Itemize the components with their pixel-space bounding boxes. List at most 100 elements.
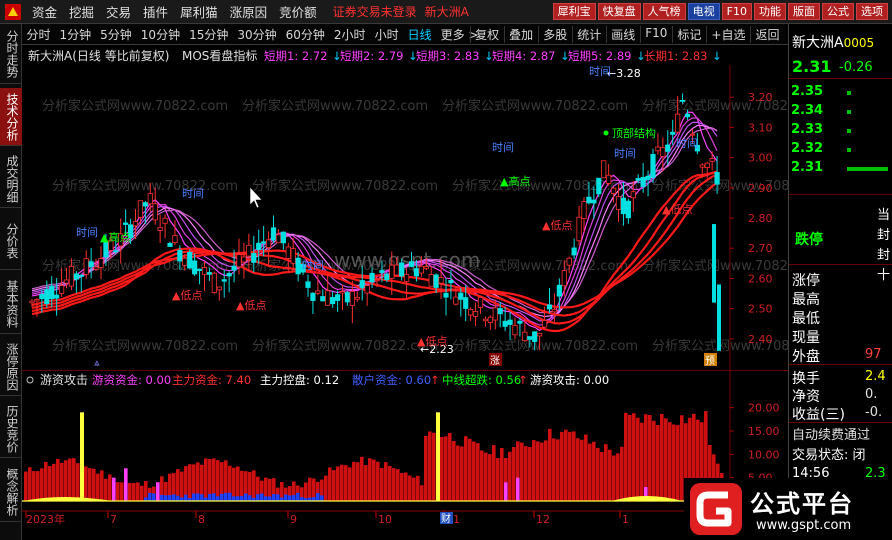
- toolbar-button-2[interactable]: 人气榜: [642, 3, 686, 20]
- candle-body: [334, 294, 341, 301]
- retail-bar: [284, 494, 288, 501]
- candle-body: [265, 239, 272, 248]
- candle-body: [620, 197, 627, 215]
- capital-bar: [116, 482, 120, 501]
- toolbar-button-4[interactable]: F10: [721, 3, 752, 20]
- main-chart[interactable]: 新大洲A(日线 等比前复权) MOS看盘指标 短期1: 2.72 ↓ 短期2: 2.79…: [22, 45, 838, 370]
- left-tab-4[interactable]: 基本资料: [0, 274, 22, 334]
- capital-bar: [620, 446, 624, 501]
- menu-item-4[interactable]: 犀利猫: [174, 2, 224, 21]
- toolbar-button-7[interactable]: 公式: [822, 3, 854, 20]
- period-tab-8[interactable]: 小时: [370, 26, 403, 43]
- retail-bar: [200, 494, 204, 501]
- left-tab-5[interactable]: 涨停原因: [0, 338, 22, 396]
- indicator-chart-canvas[interactable]: 游资攻击 游资资金: 0.00 主力资金: 7.40 主力控盘: 0.12 散户资金: …: [22, 371, 788, 511]
- left-tab-0[interactable]: 分时走势: [0, 24, 22, 84]
- capital-bar: [544, 440, 548, 501]
- menu-item-6[interactable]: 竞价额: [273, 2, 323, 21]
- left-tab-1[interactable]: 技术分析: [0, 88, 22, 146]
- menu-item-3[interactable]: 插件: [137, 2, 174, 21]
- auto-renew-text[interactable]: 自动续费通过: [792, 424, 870, 443]
- app-logo-icon[interactable]: [4, 3, 22, 21]
- left-tab-6[interactable]: 历史竞价: [0, 400, 22, 458]
- capital-bar: [44, 461, 48, 501]
- capital-bar: [204, 458, 208, 501]
- period-tab-7[interactable]: 2小时: [329, 26, 370, 43]
- chart-tool-6[interactable]: 标记: [671, 26, 706, 43]
- capital-bar: [56, 458, 60, 501]
- candle-body: [482, 318, 489, 322]
- up-arrow-icon: ↑: [518, 373, 528, 387]
- candle-body: [576, 216, 582, 242]
- stock-notice[interactable]: 新大洲A: [425, 3, 469, 20]
- capital-bar: [556, 439, 560, 501]
- capital-bar: [236, 466, 240, 501]
- chart-tool-5[interactable]: F10: [639, 26, 672, 43]
- chart-tool-4[interactable]: 画线: [605, 26, 640, 43]
- period-tab-4[interactable]: 15分钟: [185, 26, 233, 43]
- quote-change: -0.26: [839, 60, 873, 75]
- capital-bar: [72, 458, 76, 501]
- capital-bar: [464, 436, 468, 501]
- left-tab-3[interactable]: 分价表: [0, 212, 22, 270]
- candle-body: [226, 273, 232, 277]
- left-tab-7[interactable]: 概念解析: [0, 462, 22, 522]
- capital-bar: [76, 463, 80, 501]
- candle-body: [344, 292, 351, 303]
- period-tab-0[interactable]: 分时: [22, 26, 55, 43]
- menu-item-5[interactable]: 涨原因: [224, 2, 274, 21]
- candle-body: [438, 276, 444, 284]
- login-notice[interactable]: 证券交易未登录: [333, 3, 417, 20]
- toolbar-button-3[interactable]: 电视: [687, 3, 720, 20]
- indicator-chart[interactable]: 游资攻击 游资资金: 0.00 主力资金: 7.40 主力控盘: 0.12 散户资金: …: [22, 370, 788, 511]
- sub-param: 主力资金: 7.40: [172, 373, 251, 387]
- candle-body: [704, 162, 710, 168]
- retail-bar: [296, 492, 300, 501]
- sub-chart-settings-icon[interactable]: [26, 376, 34, 384]
- chart-tool-0[interactable]: 复权: [469, 26, 504, 43]
- toolbar-button-6[interactable]: 版面: [788, 3, 820, 20]
- chart-tool-1[interactable]: 叠加: [503, 26, 538, 43]
- quote-row2-label: 净资: [792, 389, 820, 405]
- capital-bar: [648, 414, 652, 501]
- chart-tool-7[interactable]: +自选: [705, 26, 750, 43]
- price-tick-label: 2.70: [748, 242, 773, 255]
- menu-item-0[interactable]: 资金: [26, 2, 63, 21]
- left-tab-2[interactable]: 成交明细: [0, 150, 22, 208]
- candle-body: [468, 309, 474, 316]
- toolbar-button-8[interactable]: 选项: [856, 3, 888, 20]
- period-tab-1[interactable]: 1分钟: [55, 26, 96, 43]
- toolbar-button-0[interactable]: 犀利宝: [552, 3, 596, 20]
- period-tab-5[interactable]: 30分钟: [233, 26, 281, 43]
- candle-body: [630, 191, 636, 199]
- capital-bar: [468, 438, 472, 501]
- up-arrow-icon: ↑: [430, 373, 440, 387]
- toolbar-button-5[interactable]: 功能: [754, 3, 786, 20]
- toolbar-button-1[interactable]: 快复盘: [597, 3, 641, 20]
- capital-bar: [400, 472, 404, 501]
- candle-body: [132, 221, 139, 227]
- period-tab-2[interactable]: 5分钟: [96, 26, 137, 43]
- period-tab-6[interactable]: 60分钟: [281, 26, 329, 43]
- candle-body: [29, 300, 35, 304]
- candle-body: [640, 176, 646, 187]
- menu-item-2[interactable]: 交易: [100, 2, 137, 21]
- retail-bar: [260, 493, 264, 501]
- chart-tool-2[interactable]: 多股: [537, 26, 572, 43]
- main-chart-canvas[interactable]: 新大洲A(日线 等比前复权) MOS看盘指标 短期1: 2.72 ↓ 短期2: 2.79…: [22, 45, 838, 370]
- time-tick-label: 12: [536, 513, 550, 526]
- order-book-price: 2.33: [791, 122, 824, 137]
- quote-row2-label: 收益(三): [792, 407, 845, 423]
- candle-body: [581, 201, 587, 220]
- period-tab-9[interactable]: 日线: [403, 26, 436, 43]
- menu-item-1[interactable]: 挖掘: [63, 2, 100, 21]
- period-tab-3[interactable]: 10分钟: [136, 26, 184, 43]
- chart-tool-3[interactable]: 统计: [571, 26, 606, 43]
- sub-tick-label: 10.00: [748, 448, 780, 461]
- candle-body: [477, 297, 484, 308]
- quote-row-label: 涨停: [792, 273, 820, 289]
- candle-body: [689, 133, 696, 136]
- high-value-label: ←3.28: [607, 67, 641, 80]
- capital-bar: [600, 451, 604, 501]
- chart-tool-8[interactable]: 返回: [749, 26, 784, 43]
